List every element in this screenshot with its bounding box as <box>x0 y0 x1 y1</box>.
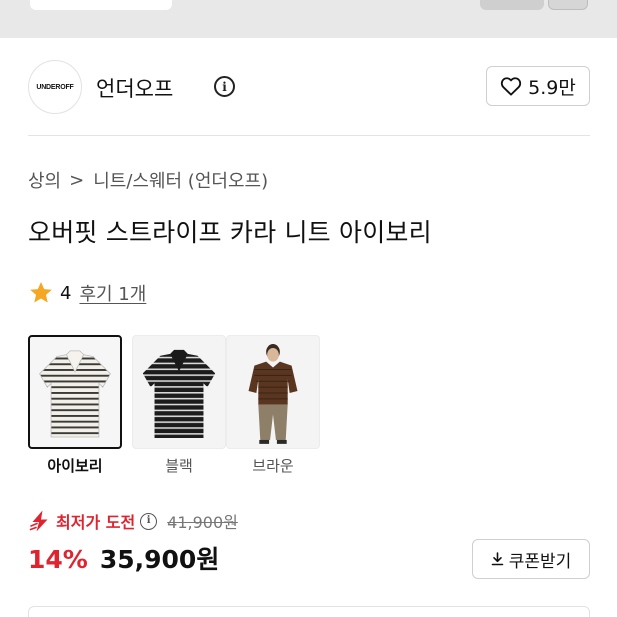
color-option-brown[interactable]: 브라운 <box>226 335 320 475</box>
color-option-ivory[interactable]: 아이보리 <box>28 335 122 475</box>
color-label-black: 블랙 <box>165 457 193 475</box>
color-thumb-black <box>132 335 226 449</box>
brand-logo-text: UNDEROFF <box>36 83 74 91</box>
brand-logo[interactable]: UNDEROFF <box>28 60 82 114</box>
sale-price: 35,900원 <box>99 545 220 574</box>
heart-icon <box>501 77 522 96</box>
download-icon <box>491 552 504 566</box>
star-icon <box>30 281 52 303</box>
color-options: 아이보리 블랙 브라운 <box>28 335 328 485</box>
color-label-ivory: 아이보리 <box>47 457 103 475</box>
price-row: 14% 35,900원 <box>28 540 219 576</box>
color-thumb-ivory <box>28 335 122 449</box>
review-link[interactable]: 후기 1개 <box>79 280 146 306</box>
like-button[interactable]: 5.9만 <box>486 66 590 106</box>
ivory-sweater-image <box>39 350 111 438</box>
color-option-black[interactable]: 블랙 <box>132 335 226 475</box>
coupon-button[interactable]: 쿠폰받기 <box>472 539 590 579</box>
brand-row: UNDEROFF 언더오프 i 5.9만 <box>28 58 590 116</box>
lowest-price-row: 최저가 도전 i 41,900원 <box>28 508 238 534</box>
brand-name[interactable]: 언더오프 <box>96 73 173 103</box>
brand-info-icon[interactable]: i <box>214 76 235 97</box>
lowest-price-info-icon[interactable]: i <box>140 512 158 530</box>
top-action-button[interactable] <box>480 0 544 10</box>
breadcrumb-item-category[interactable]: 상의 <box>28 167 61 193</box>
coupon-button-label: 쿠폰받기 <box>508 551 572 572</box>
breadcrumb-separator: > <box>69 169 85 191</box>
lightning-icon <box>29 510 48 532</box>
bottom-card <box>28 606 590 617</box>
black-sweater-image <box>142 349 216 438</box>
rating-row: 4 후기 1개 <box>28 279 146 307</box>
top-bar <box>0 0 617 38</box>
like-count: 5.9만 <box>528 76 576 99</box>
section-divider <box>28 135 590 136</box>
top-secondary-button[interactable] <box>548 0 588 10</box>
breadcrumb-item-subcategory[interactable]: 니트/스웨터 (언더오프) <box>93 167 268 193</box>
breadcrumb: 상의 > 니트/스웨터 (언더오프) <box>28 167 268 193</box>
brown-model-image <box>248 344 298 444</box>
original-price: 41,900원 <box>167 513 238 532</box>
top-search-pill[interactable] <box>30 0 172 10</box>
color-label-brown: 브라운 <box>252 457 294 475</box>
color-thumb-brown <box>226 335 320 449</box>
discount-rate: 14% <box>28 545 88 574</box>
lowest-price-label: 최저가 도전 <box>56 513 136 532</box>
product-title: 오버핏 스트라이프 카라 니트 아이보리 <box>28 218 432 247</box>
rating-value: 4 <box>60 282 72 304</box>
